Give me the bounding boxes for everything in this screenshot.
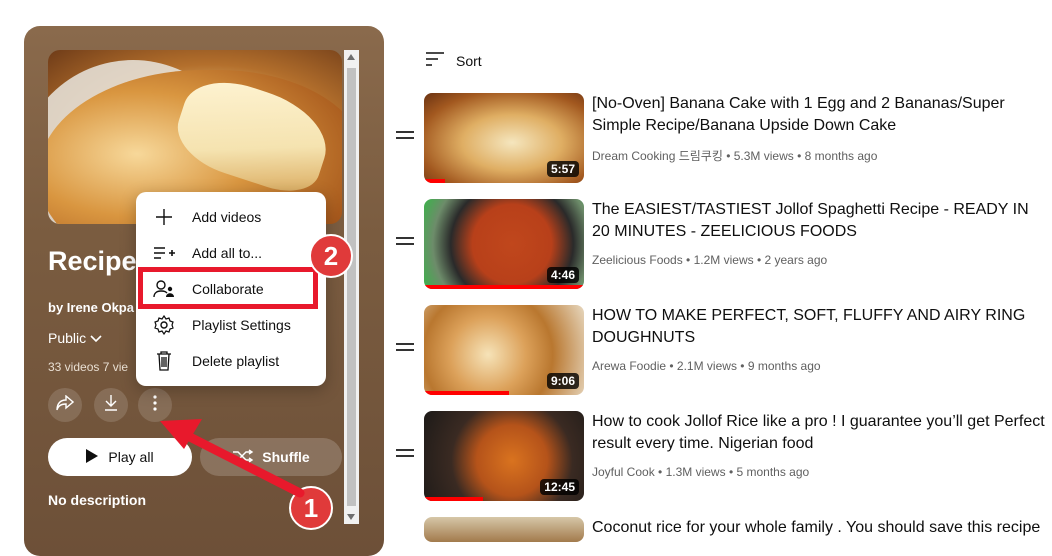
menu-item-delete-playlist[interactable]: Delete playlist (136, 343, 326, 379)
download-icon (103, 394, 119, 417)
video-duration: 12:45 (540, 479, 579, 495)
video-thumbnail[interactable]: 12:45 (424, 411, 584, 501)
share-button[interactable] (48, 388, 82, 422)
step-2-badge: 2 (309, 234, 353, 278)
video-title[interactable]: The EASIEST/TASTIEST Jollof Spaghetti Re… (592, 199, 1048, 243)
add-all-icon (136, 246, 192, 260)
download-button[interactable] (94, 388, 128, 422)
chevron-down-icon (90, 330, 102, 346)
video-duration: 5:57 (546, 161, 579, 177)
menu-item-add-all-to[interactable]: Add all to... (136, 235, 326, 271)
share-icon (56, 393, 75, 416)
annotation-arrow (160, 419, 305, 498)
play-icon (86, 448, 99, 466)
view-count: 1.3M views (665, 465, 726, 479)
menu-item-label: Playlist Settings (192, 317, 291, 333)
menu-item-add-videos[interactable]: Add videos (136, 199, 326, 235)
drag-handle-icon[interactable] (396, 449, 414, 461)
playlist-video-row[interactable]: Coconut rice for your whole family . You… (396, 517, 1052, 542)
playlist-video-row[interactable]: 9:06 HOW TO MAKE PERFECT, SOFT, FLUFFY A… (396, 305, 1052, 401)
watch-progress-bar (424, 285, 584, 289)
sort-button[interactable]: Sort (426, 52, 482, 69)
video-meta: Dream Cooking 드림쿠킹 • 5.3M views • 8 mont… (592, 149, 878, 163)
video-thumbnail[interactable] (424, 517, 584, 542)
video-thumbnail[interactable]: 5:57 (424, 93, 584, 183)
watch-progress-bar (424, 497, 484, 501)
scroll-up-arrow-icon[interactable] (347, 54, 355, 60)
menu-item-label: Delete playlist (192, 353, 280, 369)
video-title[interactable]: [No-Oven] Banana Cake with 1 Egg and 2 B… (592, 93, 1048, 137)
playlist-video-row[interactable]: 12:45 How to cook Jollof Rice like a pro… (396, 411, 1052, 507)
upload-age: 5 months ago (736, 465, 810, 479)
video-title[interactable]: HOW TO MAKE PERFECT, SOFT, FLUFFY AND AI… (592, 305, 1048, 349)
upload-age: 9 months ago (747, 359, 821, 373)
sort-label: Sort (456, 52, 482, 69)
view-count: 2.1M views (676, 359, 737, 373)
trash-icon (136, 351, 192, 371)
channel-name[interactable]: Dream Cooking 드림쿠킹 (592, 149, 723, 163)
collaborate-highlight-box (138, 267, 318, 309)
video-meta: Arewa Foodie • 2.1M views • 9 months ago (592, 359, 821, 373)
sort-icon (426, 52, 444, 69)
scroll-down-arrow-icon[interactable] (347, 514, 355, 520)
video-meta: Zeelicious Foods • 1.2M views • 2 years … (592, 253, 828, 267)
video-thumbnail[interactable]: 9:06 (424, 305, 584, 395)
privacy-label: Public (48, 330, 87, 346)
channel-name[interactable]: Zeelicious Foods (592, 253, 683, 267)
upload-age: 8 months ago (804, 149, 878, 163)
view-count: 1.2M views (693, 253, 754, 267)
scroll-thumb[interactable] (347, 68, 356, 506)
watch-progress-bar (424, 179, 445, 183)
gear-icon (136, 315, 192, 335)
drag-handle-icon[interactable] (396, 131, 414, 143)
video-title[interactable]: How to cook Jollof Rice like a pro ! I g… (592, 411, 1048, 455)
plus-icon (136, 208, 192, 226)
drag-handle-icon[interactable] (396, 237, 414, 249)
menu-item-playlist-settings[interactable]: Playlist Settings (136, 307, 326, 343)
video-duration: 9:06 (546, 373, 579, 389)
view-count: 5.3M views (733, 149, 794, 163)
video-duration: 4:46 (546, 267, 579, 283)
privacy-dropdown[interactable]: Public (48, 330, 102, 346)
channel-name[interactable]: Arewa Foodie (592, 359, 666, 373)
playlist-stats: 33 videos 7 vie (48, 360, 129, 374)
watch-progress-bar (424, 391, 509, 395)
video-meta: Joyful Cook • 1.3M views • 5 months ago (592, 465, 810, 479)
channel-name[interactable]: Joyful Cook (592, 465, 655, 479)
playlist-video-row[interactable]: 4:46 The EASIEST/TASTIEST Jollof Spaghet… (396, 199, 1052, 295)
upload-age: 2 years ago (764, 253, 828, 267)
playlist-owner[interactable]: by Irene Okpa (48, 300, 134, 315)
panel-scrollbar[interactable] (344, 50, 359, 524)
video-thumbnail[interactable]: 4:46 (424, 199, 584, 289)
menu-item-label: Add videos (192, 209, 262, 225)
drag-handle-icon[interactable] (396, 343, 414, 355)
video-title[interactable]: Coconut rice for your whole family . You… (592, 517, 1048, 539)
playlist-description[interactable]: No description (48, 492, 146, 508)
menu-item-label: Add all to... (192, 245, 263, 261)
playlist-video-row[interactable]: 5:57 [No-Oven] Banana Cake with 1 Egg an… (396, 93, 1052, 189)
play-all-label: Play all (108, 449, 154, 465)
